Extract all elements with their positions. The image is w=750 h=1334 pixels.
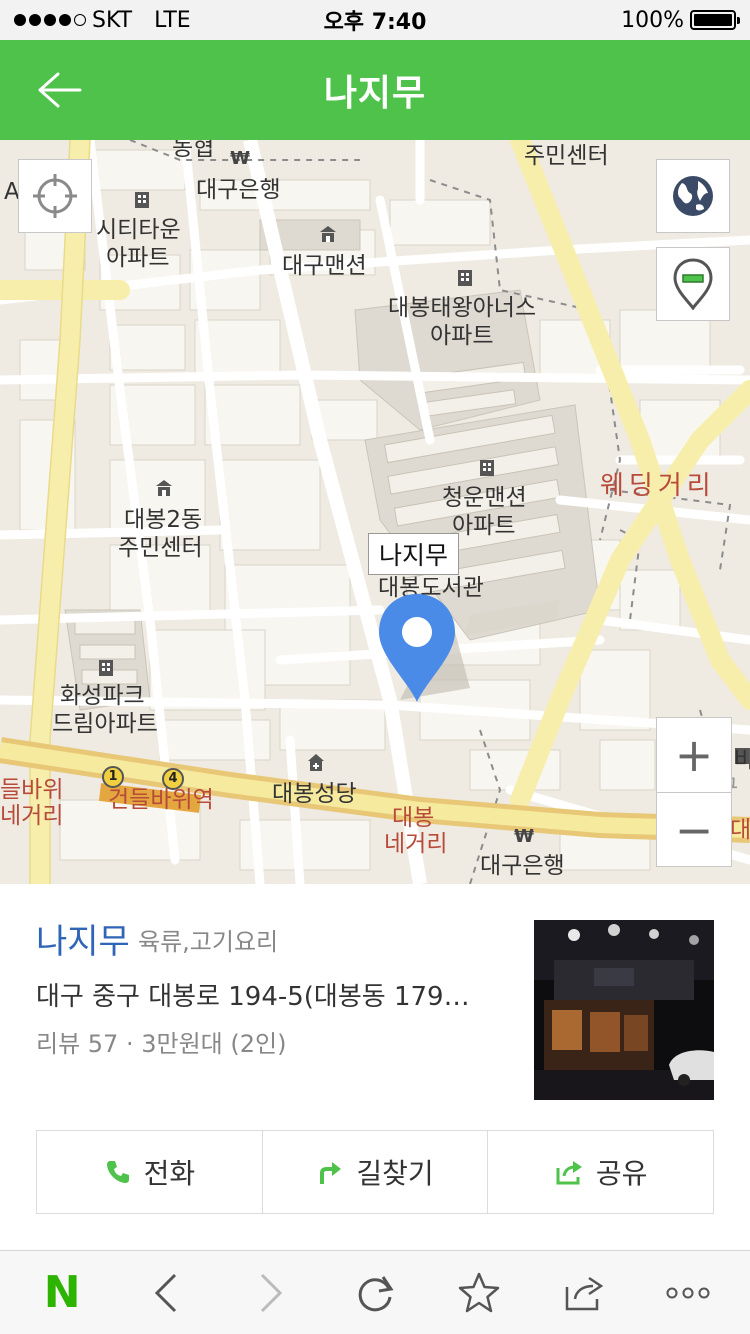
directions-button[interactable]: 길찾기 xyxy=(261,1131,488,1213)
subway-line-1-icon: 1 xyxy=(102,766,124,788)
map-label: 네거리 xyxy=(384,831,448,857)
map-label: 네거리 xyxy=(0,803,64,829)
back-icon xyxy=(155,1273,177,1312)
naver-home-button[interactable]: N xyxy=(27,1258,97,1328)
naver-logo-icon: N xyxy=(43,1267,81,1318)
map-label: 대봉 xyxy=(392,805,435,831)
place-address: 대구 중구 대봉로 194-5(대봉동 179… xyxy=(36,982,470,1012)
browser-share-button[interactable] xyxy=(549,1258,619,1328)
map-label: 주민센터 xyxy=(118,535,203,561)
place-meta: 리뷰 57 · 3만원대 (2인) xyxy=(36,1030,287,1058)
building-icon xyxy=(480,460,494,476)
page-title: 나지무 xyxy=(323,73,427,114)
signal-strength-icon xyxy=(14,14,86,26)
location-pin-icon[interactable] xyxy=(377,592,457,704)
government-icon xyxy=(156,480,172,496)
map-label: 웨딩거리 xyxy=(600,471,716,501)
reload-button[interactable] xyxy=(340,1258,410,1328)
building-icon xyxy=(99,660,113,676)
back-arrow-icon xyxy=(38,72,82,108)
clock: 오후 7:40 xyxy=(323,10,427,35)
svg-text:₩: ₩ xyxy=(230,148,250,168)
building-icon xyxy=(135,192,149,208)
more-button[interactable] xyxy=(653,1258,723,1328)
directions-label: 길찾기 xyxy=(356,1157,434,1190)
map-label: 아파트 xyxy=(106,245,170,271)
svg-text:₩: ₩ xyxy=(514,826,534,846)
status-right: 100% xyxy=(436,7,740,33)
pin-toggle-button[interactable] xyxy=(656,247,730,321)
bank-icon: ₩ xyxy=(230,148,250,168)
status-bar: SKT LTE 오후 7:40 100% xyxy=(0,0,750,40)
crosshair-icon xyxy=(33,174,77,218)
bookmark-star-icon xyxy=(459,1272,500,1312)
map-label: 건들바위역 xyxy=(108,787,214,813)
zoom-out-button[interactable]: − xyxy=(657,792,731,866)
globe-icon xyxy=(673,176,713,216)
building-icon xyxy=(458,270,472,286)
map-label: 들바위 xyxy=(0,777,64,803)
place-category: 육류,고기요리 xyxy=(138,928,279,956)
map-label: 대구은행 xyxy=(196,177,281,203)
map-label: 아파트 xyxy=(452,513,516,539)
back-nav-button[interactable] xyxy=(131,1258,201,1328)
map-label: 대구은행 xyxy=(480,853,565,879)
place-name[interactable]: 나지무 xyxy=(36,914,130,963)
map-label: 화성파크 xyxy=(60,683,145,709)
battery-icon xyxy=(690,10,740,30)
back-button[interactable] xyxy=(36,70,84,110)
battery-percent: 100% xyxy=(621,7,684,33)
reload-icon xyxy=(358,1275,394,1311)
network-label: LTE xyxy=(154,7,191,33)
status-left: SKT LTE xyxy=(14,8,314,33)
map-view[interactable]: ₩ ₩ 1 4 A 농협 대구은행 주민센터 시티타운 아파트 대구맨션 대봉태… xyxy=(0,140,750,884)
browser-toolbar: N xyxy=(0,1250,750,1334)
place-photo[interactable] xyxy=(534,920,714,1100)
current-location-button[interactable] xyxy=(18,159,92,233)
forward-nav-button[interactable] xyxy=(236,1258,306,1328)
government-icon xyxy=(320,226,336,242)
map-label: 드림아파트 xyxy=(52,711,158,737)
map-label: 농협 xyxy=(172,140,215,161)
call-button[interactable]: 전화 xyxy=(37,1131,262,1213)
map-label: 대봉2동 xyxy=(124,507,203,533)
action-bar: 전화 길찾기 공유 xyxy=(36,1130,714,1214)
storefront-photo-image xyxy=(534,920,714,1100)
phone-icon xyxy=(106,1161,129,1183)
more-icon xyxy=(666,1287,710,1298)
zoom-in-button[interactable]: + xyxy=(657,718,731,792)
share-button[interactable]: 공유 xyxy=(487,1131,713,1213)
map-label: 주민센터 xyxy=(524,143,609,169)
place-callout[interactable]: 나지무 xyxy=(368,533,460,575)
carrier-label: SKT xyxy=(92,7,133,33)
map-label: 대봉태왕아너스 xyxy=(388,295,537,321)
bookmark-button[interactable] xyxy=(444,1258,514,1328)
zoom-controls: + − xyxy=(656,717,732,867)
share-label: 공유 xyxy=(595,1157,648,1190)
share-icon xyxy=(565,1276,603,1310)
call-label: 전화 xyxy=(143,1157,196,1190)
share-icon xyxy=(556,1161,582,1185)
map-label: 아파트 xyxy=(430,323,494,349)
header: 나지무 xyxy=(0,40,750,140)
map-label: 대구맨션 xyxy=(282,253,367,279)
map-label: 시티타운 xyxy=(96,217,181,243)
map-type-button[interactable] xyxy=(656,159,730,233)
zoom-in-icon: + xyxy=(674,728,714,782)
map-label: 대봉성당 xyxy=(272,781,357,807)
forward-icon xyxy=(260,1273,282,1312)
zoom-out-icon: − xyxy=(674,802,714,857)
church-icon xyxy=(308,754,324,771)
place-info-card[interactable]: 나지무 육류,고기요리 대구 중구 대봉로 194-5(대봉동 179… 리뷰 … xyxy=(0,884,750,1250)
map-label: 바 xyxy=(734,747,750,773)
bank-icon: ₩ xyxy=(514,826,534,846)
map-label: 청운맨션 xyxy=(442,485,527,511)
directions-icon xyxy=(320,1162,342,1184)
map-pin-icon xyxy=(673,258,713,310)
map-label: 대동 xyxy=(730,817,750,843)
